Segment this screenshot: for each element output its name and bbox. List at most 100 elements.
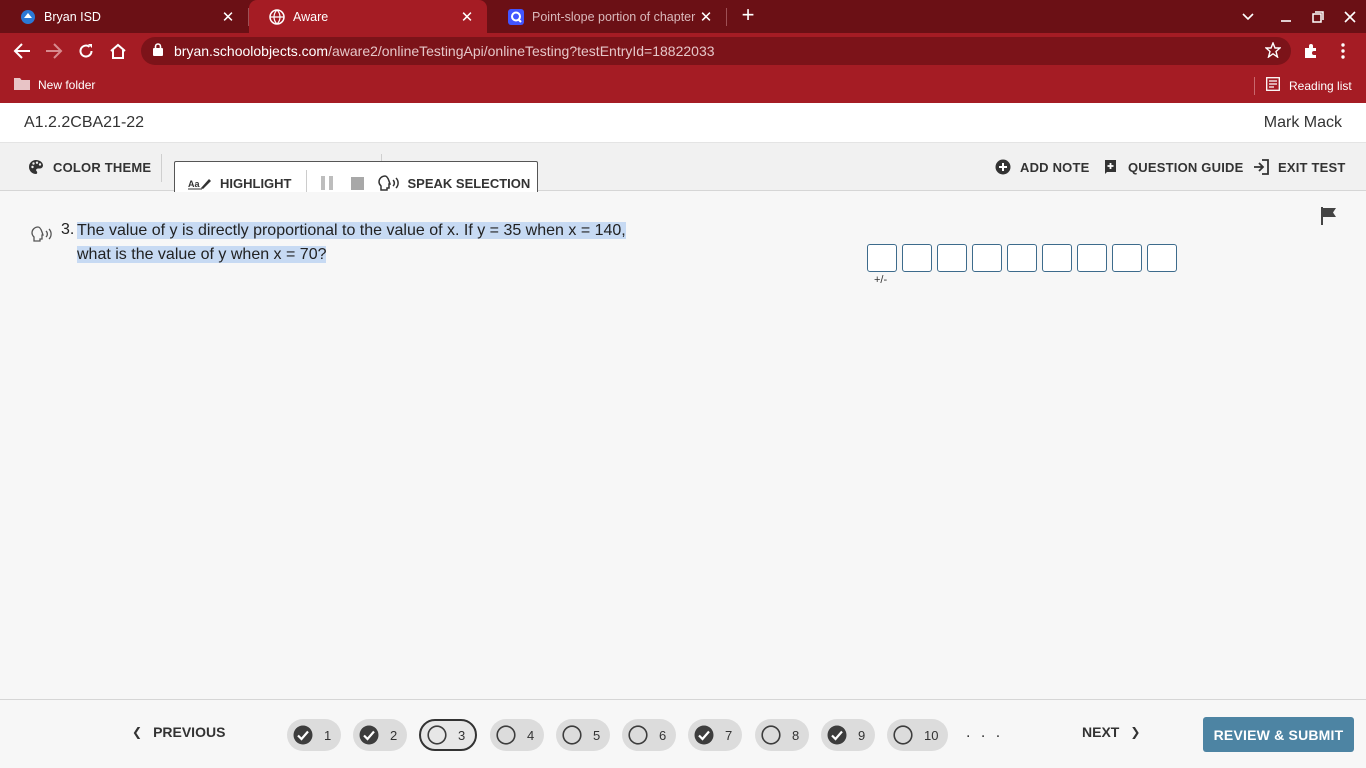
- bookmark-folder-label: New folder: [38, 78, 96, 92]
- reload-icon[interactable]: [73, 38, 99, 64]
- exit-test-button[interactable]: EXIT TEST: [1253, 143, 1346, 191]
- answer-cell[interactable]: [1007, 244, 1037, 272]
- question-pill-7[interactable]: 7: [688, 719, 742, 751]
- question-guide-button[interactable]: QUESTION GUIDE: [1104, 143, 1243, 191]
- question-guide-label: QUESTION GUIDE: [1128, 159, 1244, 175]
- question-line-2: what is the value of y when x = 70?: [77, 246, 327, 263]
- unanswered-circle-icon: [562, 725, 582, 745]
- test-title: A1.2.2CBA21-22: [24, 114, 145, 131]
- question-pill-5[interactable]: 5: [556, 719, 610, 751]
- answer-cell[interactable]: [1147, 244, 1177, 272]
- flag-question-icon[interactable]: [1321, 207, 1337, 230]
- chevron-left-icon: ❮: [132, 725, 143, 739]
- url-host: bryan.schoolobjects.com: [174, 43, 329, 59]
- bookmarks-divider: [1254, 77, 1255, 95]
- tab-title: Point-slope portion of chapter 4: [532, 9, 698, 24]
- reading-list-button[interactable]: Reading list: [1266, 77, 1352, 94]
- tab-close-icon[interactable]: ✕: [220, 8, 236, 26]
- stop-icon: [350, 176, 364, 190]
- question-area: 3. The value of y is directly proportion…: [0, 192, 1366, 699]
- answer-cell[interactable]: [937, 244, 967, 272]
- bookmarks-bar: New folder Reading list: [0, 69, 1366, 103]
- highlight-button[interactable]: Aa HIGHLIGHT: [188, 176, 292, 191]
- palette-icon: [29, 160, 43, 174]
- tab-point-slope[interactable]: Point-slope portion of chapter 4 ✕: [488, 0, 726, 33]
- question-pill-number: 6: [659, 727, 667, 743]
- answer-cell[interactable]: [1112, 244, 1142, 272]
- stop-button[interactable]: [350, 176, 364, 190]
- extensions-puzzle-icon[interactable]: [1298, 38, 1324, 64]
- unanswered-circle-icon: [628, 725, 648, 745]
- new-tab-plus-icon[interactable]: +: [736, 4, 760, 28]
- answer-cell[interactable]: [1077, 244, 1107, 272]
- tab-bryan-isd[interactable]: Bryan ISD ✕: [0, 0, 248, 33]
- speak-head-icon: [377, 175, 399, 191]
- question-pill-10[interactable]: 10: [887, 719, 948, 751]
- quizlet-favicon-icon: [508, 8, 524, 25]
- answer-grid: [867, 244, 1182, 272]
- question-pill-number: 1: [324, 727, 332, 743]
- speak-selection-label: SPEAK SELECTION: [407, 175, 531, 191]
- home-icon[interactable]: [105, 38, 131, 64]
- question-pill-number: 4: [527, 727, 535, 743]
- unanswered-circle-icon: [427, 725, 447, 745]
- unanswered-circle-icon: [761, 725, 781, 745]
- pause-button[interactable]: [320, 176, 333, 190]
- toolbar-divider: [161, 154, 162, 182]
- add-note-button[interactable]: ADD NOTE: [995, 143, 1090, 191]
- tab-title: Bryan ISD: [44, 9, 101, 24]
- tab-aware[interactable]: Aware ✕: [249, 0, 487, 33]
- close-window-icon[interactable]: [1334, 0, 1366, 33]
- add-note-label: ADD NOTE: [1020, 159, 1090, 175]
- question-navigation-footer: ❮ PREVIOUS 1 2 3 4 5 6 7 8 9 10 . . . NEXT ❯ REVI…: [0, 699, 1366, 768]
- reading-list-icon: [1266, 77, 1280, 94]
- bookmark-star-icon[interactable]: [1264, 41, 1282, 61]
- address-bar[interactable]: bryan.schoolobjects.com/aware2/onlineTes…: [141, 37, 1291, 65]
- speak-question-icon[interactable]: [31, 226, 55, 247]
- plus-circle-icon: [995, 159, 1011, 175]
- highlight-label: HIGHLIGHT: [220, 175, 292, 191]
- answer-cell[interactable]: [972, 244, 1002, 272]
- student-name: Mark Mack: [1263, 114, 1342, 131]
- more-questions-ellipsis[interactable]: . . .: [966, 724, 1003, 742]
- answer-cell[interactable]: [1042, 244, 1072, 272]
- question-pill-2[interactable]: 2: [353, 719, 407, 751]
- answer-cell-sign[interactable]: [867, 244, 897, 272]
- minimize-icon[interactable]: [1270, 0, 1302, 33]
- globe-icon: [269, 8, 285, 25]
- question-pill-9[interactable]: 9: [821, 719, 875, 751]
- restore-icon[interactable]: [1302, 0, 1334, 33]
- reading-list-label: Reading list: [1289, 78, 1352, 93]
- speak-selection-button[interactable]: SPEAK SELECTION: [377, 175, 531, 191]
- question-pill-4[interactable]: 4: [490, 719, 544, 751]
- bryan-isd-favicon-icon: [20, 9, 36, 25]
- sign-label: +/-: [874, 274, 888, 286]
- browser-menu-icon[interactable]: [1330, 38, 1356, 64]
- browser-toolbar: bryan.schoolobjects.com/aware2/onlineTes…: [0, 33, 1366, 69]
- tab-close-icon[interactable]: ✕: [698, 8, 714, 26]
- question-pill-number: 7: [725, 727, 733, 743]
- tab-close-icon[interactable]: ✕: [459, 8, 475, 26]
- question-pill-8[interactable]: 8: [755, 719, 809, 751]
- answered-check-icon: [694, 725, 714, 745]
- question-pill-1[interactable]: 1: [287, 719, 341, 751]
- exit-icon: [1254, 159, 1269, 175]
- back-arrow-icon[interactable]: [9, 38, 35, 64]
- exit-test-label: EXIT TEST: [1278, 159, 1346, 175]
- question-pill-3[interactable]: 3: [419, 719, 477, 751]
- answer-cell[interactable]: [902, 244, 932, 272]
- tab-title: Aware: [293, 9, 329, 24]
- tab-search-chevron-icon[interactable]: [1232, 0, 1264, 33]
- highlight-marker-icon: Aa: [188, 179, 211, 190]
- review-submit-button[interactable]: REVIEW & SUBMIT: [1203, 717, 1354, 752]
- question-pill-number: 2: [390, 727, 398, 743]
- forward-arrow-icon[interactable]: [41, 38, 67, 64]
- question-number: 3.: [61, 221, 75, 238]
- bookmark-folder-new-folder[interactable]: New folder: [14, 77, 95, 93]
- color-theme-button[interactable]: COLOR THEME: [28, 143, 151, 191]
- chevron-right-icon: ❯: [1130, 725, 1141, 739]
- next-button[interactable]: NEXT ❯: [1082, 724, 1140, 740]
- question-pill-6[interactable]: 6: [622, 719, 676, 751]
- previous-button[interactable]: ❮ PREVIOUS: [132, 724, 225, 740]
- folder-icon: [14, 77, 30, 93]
